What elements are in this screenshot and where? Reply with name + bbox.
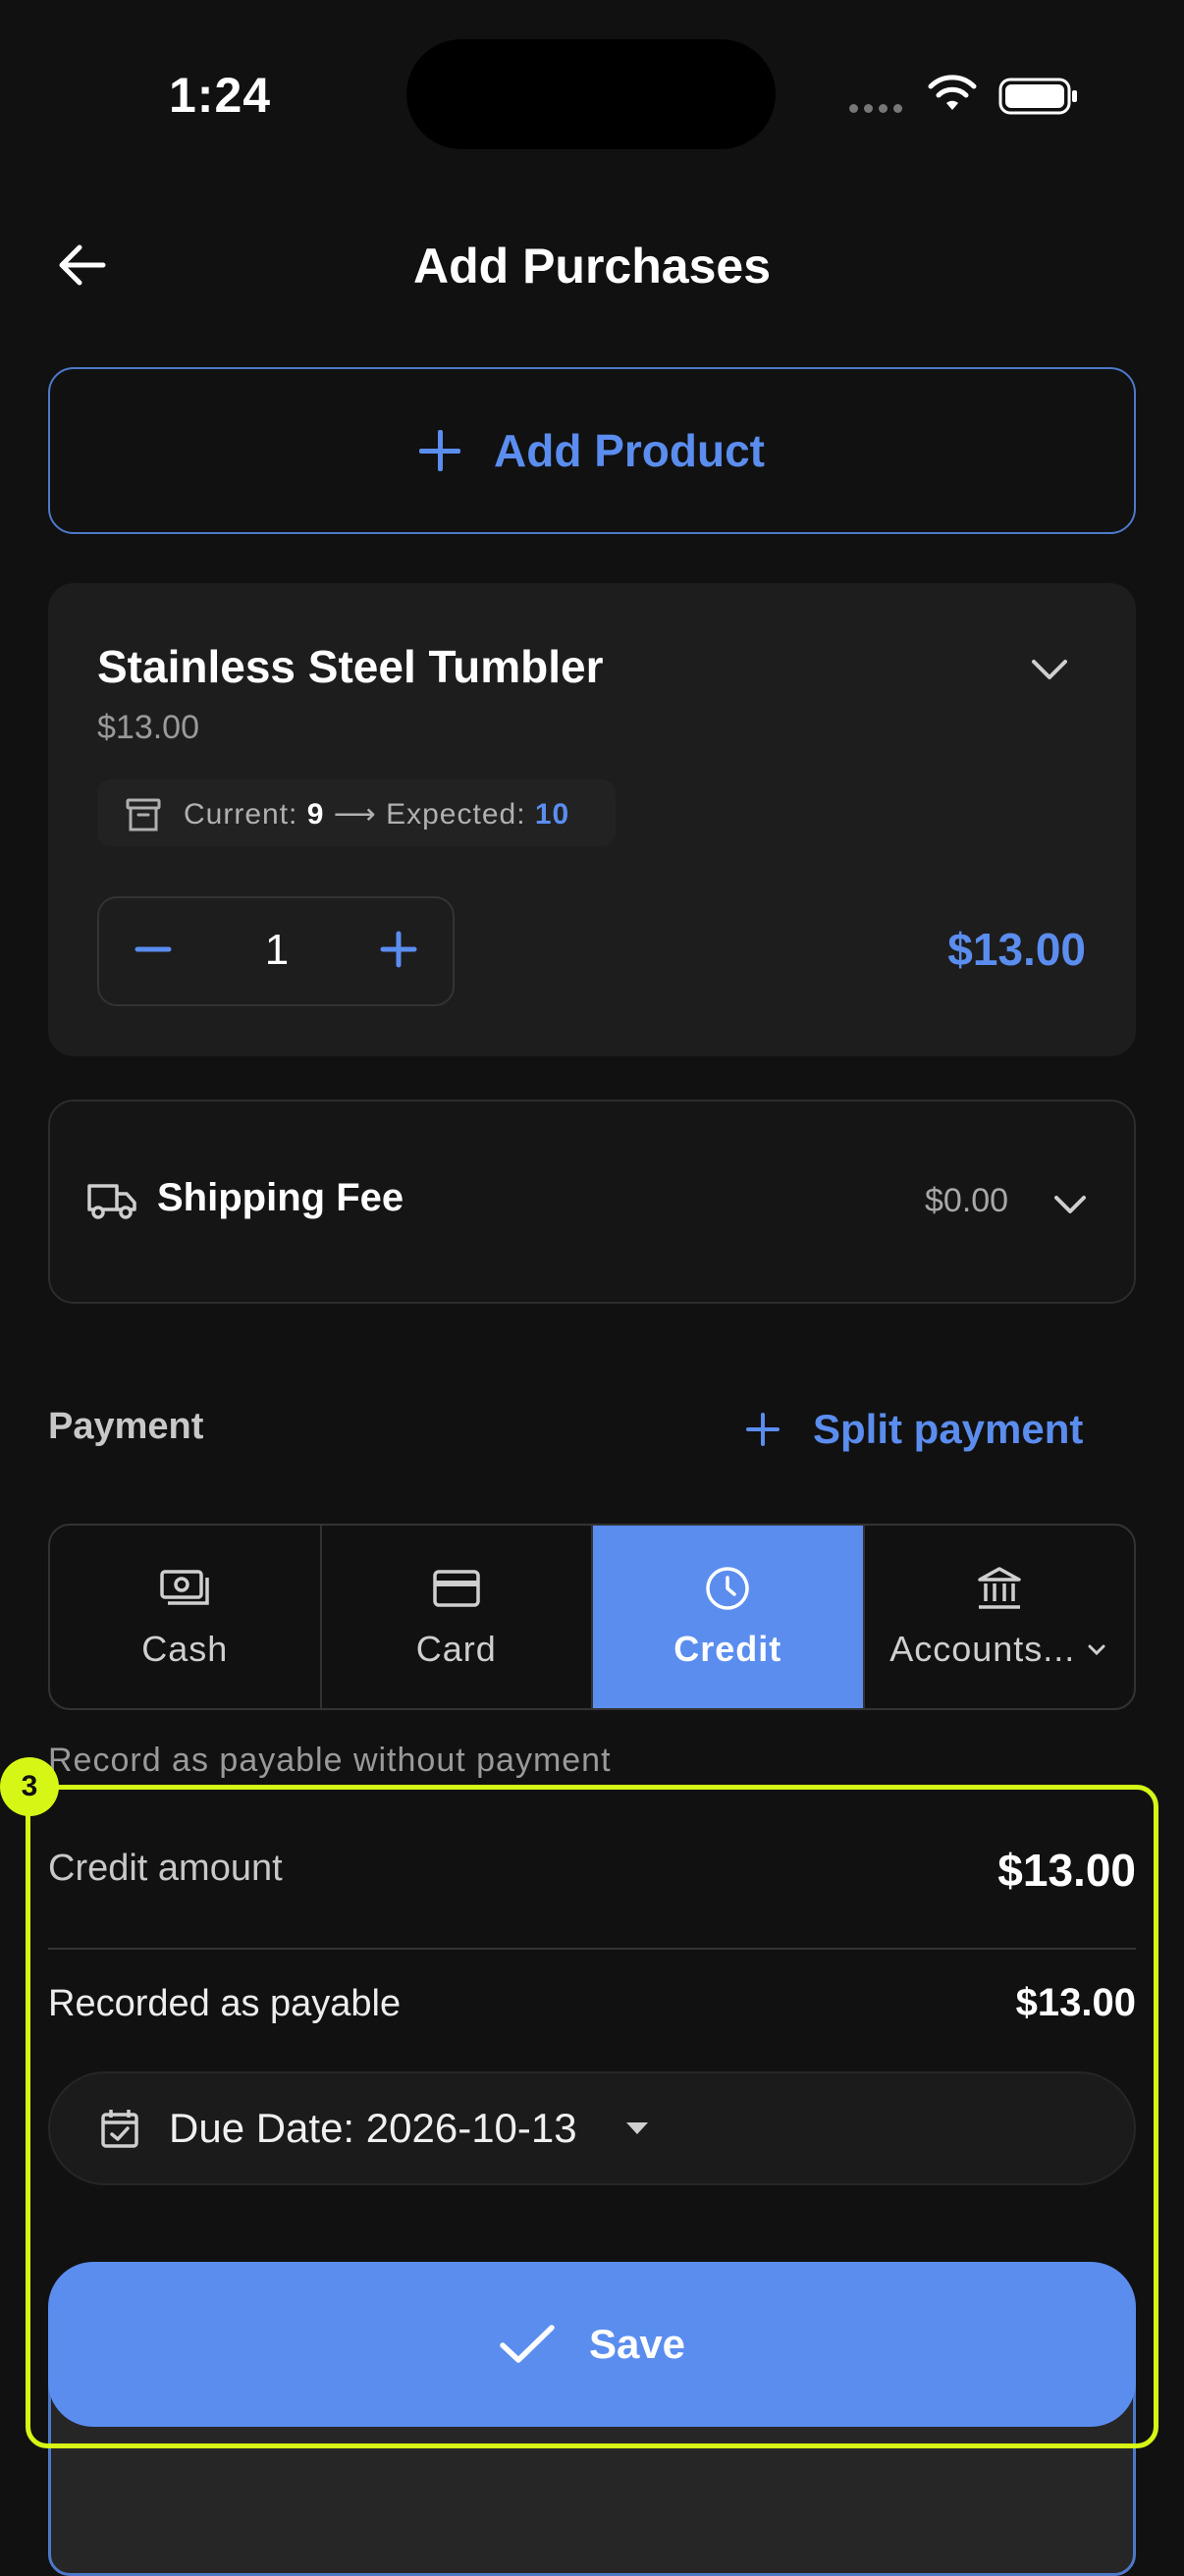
split-payment-button[interactable]: Split payment bbox=[746, 1406, 1083, 1453]
payment-method-accounts[interactable]: Accounts... bbox=[865, 1526, 1135, 1708]
checkmark-icon bbox=[500, 2325, 555, 2363]
bank-icon bbox=[978, 1567, 1021, 1609]
save-button[interactable]: Save bbox=[48, 2262, 1136, 2427]
product-name: Stainless Steel Tumbler bbox=[97, 641, 604, 692]
payment-method-label: Cash bbox=[141, 1629, 229, 1669]
truck-icon bbox=[87, 1184, 136, 1219]
stock-current-value: 9 bbox=[306, 798, 325, 831]
stock-text: Current: 9 ⟶ Expected: 10 bbox=[184, 797, 569, 832]
split-payment-label: Split payment bbox=[813, 1406, 1084, 1452]
battery-icon bbox=[998, 78, 1077, 115]
page-title: Add Purchases bbox=[412, 239, 771, 294]
save-label: Save bbox=[588, 2321, 686, 2367]
line-total: $13.00 bbox=[947, 924, 1086, 975]
cash-icon bbox=[160, 1570, 209, 1605]
payment-method-label: Card bbox=[415, 1629, 497, 1669]
payment-method-card[interactable]: Card bbox=[322, 1526, 593, 1708]
dynamic-island bbox=[406, 39, 776, 149]
payment-method-selector: Cash Card Credit Accounts... bbox=[48, 1524, 1136, 1710]
chevron-down-icon[interactable] bbox=[1026, 650, 1073, 689]
stock-expected-label: Expected: bbox=[386, 798, 526, 831]
clock-icon bbox=[706, 1567, 749, 1610]
add-product-button[interactable]: Add Product bbox=[48, 367, 1136, 534]
quantity-value[interactable]: 1 bbox=[257, 926, 296, 975]
status-time: 1:24 bbox=[169, 68, 272, 123]
plus-icon[interactable] bbox=[379, 930, 418, 969]
payment-method-label: Credit bbox=[673, 1629, 782, 1669]
payment-method-credit[interactable]: Credit bbox=[593, 1526, 865, 1708]
payment-method-label: Accounts... bbox=[889, 1629, 1076, 1669]
chevron-down-icon[interactable] bbox=[1050, 1188, 1090, 1221]
chevron-down-icon bbox=[1088, 1644, 1105, 1656]
credit-card-icon bbox=[433, 1570, 480, 1607]
minus-icon[interactable] bbox=[134, 930, 173, 969]
wifi-icon bbox=[928, 75, 977, 110]
payment-method-cash[interactable]: Cash bbox=[50, 1526, 322, 1708]
product-price: $13.00 bbox=[97, 709, 199, 746]
add-product-label: Add Product bbox=[494, 425, 765, 476]
payment-label: Payment bbox=[48, 1406, 204, 1447]
shipping-fee-value: $0.00 bbox=[925, 1182, 1009, 1219]
plus-icon bbox=[419, 430, 460, 471]
plus-icon bbox=[746, 1413, 780, 1446]
arrow-right-icon: ⟶ bbox=[333, 798, 377, 831]
stock-current-label: Current: bbox=[184, 798, 298, 831]
signal-icon bbox=[849, 104, 908, 116]
payment-hint: Record as payable without payment bbox=[48, 1742, 612, 1779]
shipping-fee-label: Shipping Fee bbox=[157, 1176, 404, 1219]
stock-expected-value: 10 bbox=[534, 798, 570, 831]
highlight-badge: 3 bbox=[0, 1757, 59, 1816]
archive-box-icon bbox=[126, 798, 161, 832]
